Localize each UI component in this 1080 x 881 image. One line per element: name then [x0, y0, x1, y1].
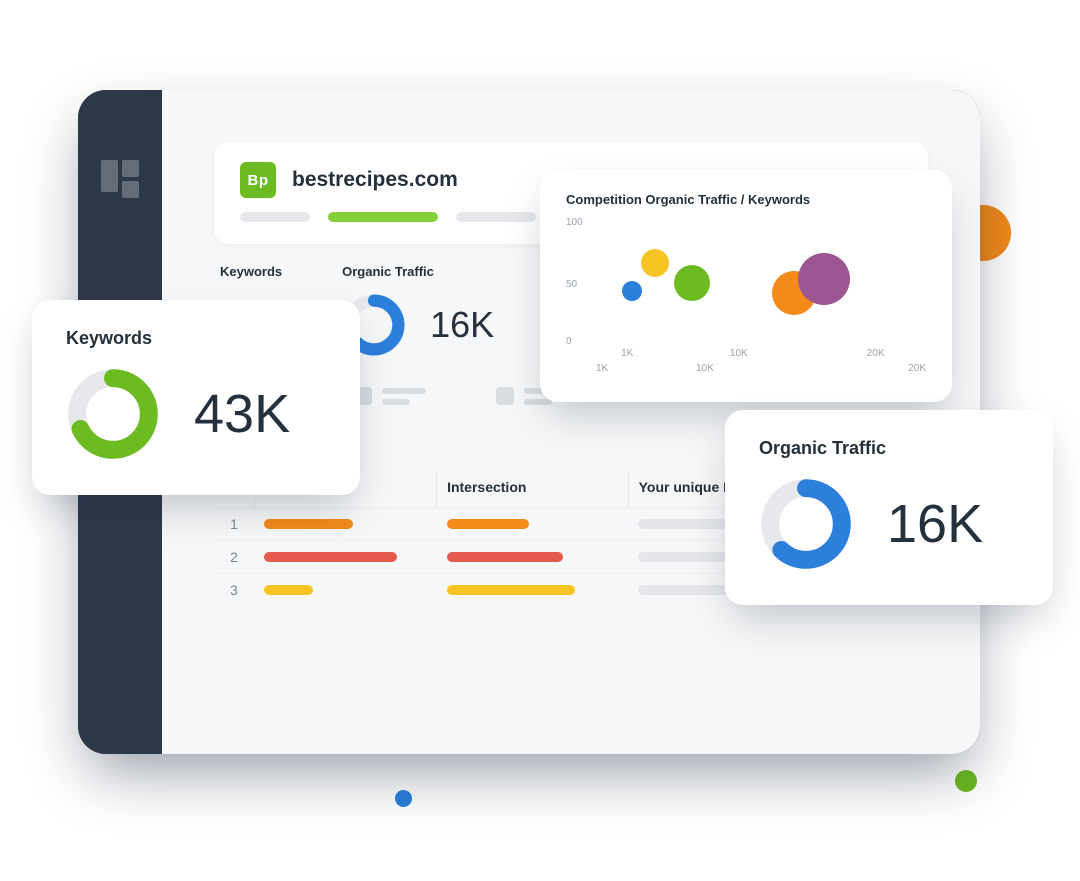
chart-title: Competition Organic Traffic / Keywords [566, 192, 926, 207]
bubble-green[interactable] [674, 265, 710, 301]
mini-label: Keywords [220, 264, 282, 279]
bubble-chart: 100 50 0 1K 10K 20K [566, 221, 926, 341]
row-num: 2 [214, 541, 254, 574]
site-favicon: Bp [240, 162, 276, 198]
filter-item[interactable] [354, 387, 426, 405]
row-num: 1 [214, 508, 254, 541]
card-value: 43K [194, 383, 290, 445]
domain-name: bestrecipes.com [292, 168, 458, 192]
competition-chart-card: Competition Organic Traffic / Keywords 1… [540, 170, 952, 402]
app-logo-icon[interactable] [101, 160, 139, 198]
mini-metric-organic: Organic Traffic 16K [342, 264, 494, 357]
card-value: 16K [887, 493, 983, 555]
x-tick: 10K [730, 348, 748, 359]
decor-dot-blue [395, 790, 412, 807]
mini-label: Organic Traffic [342, 264, 494, 279]
mini-value: 16K [430, 304, 494, 346]
x-tick: 20K [867, 348, 885, 359]
bubble-purple[interactable] [798, 253, 850, 305]
traffic-card: Organic Traffic 16K [725, 410, 1053, 605]
card-title: Organic Traffic [759, 438, 1019, 459]
x-tick: 1K [621, 348, 633, 359]
bubble-blue[interactable] [622, 281, 642, 301]
keywords-card: Keywords 43K [32, 300, 360, 495]
card-title: Keywords [66, 328, 326, 349]
donut-icon [66, 367, 160, 461]
y-tick: 50 [566, 279, 577, 290]
y-tick: 100 [566, 217, 583, 228]
row-num: 3 [214, 574, 254, 607]
col-intersection: Intersection [437, 471, 629, 508]
donut-icon [759, 477, 853, 571]
chart-lower-axis: 1K 10K 20K [566, 363, 926, 374]
bubble-yellow[interactable] [641, 249, 669, 277]
y-tick: 0 [566, 336, 572, 347]
decor-dot-green [955, 770, 977, 792]
